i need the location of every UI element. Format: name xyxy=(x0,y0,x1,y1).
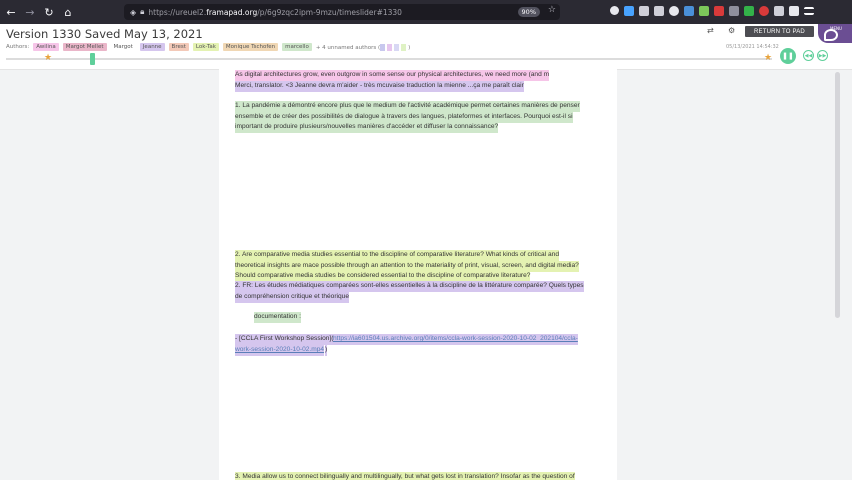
timeslider-track[interactable] xyxy=(6,58,772,60)
text-line: 2. Are comparative media studies essenti… xyxy=(235,250,559,261)
extension-green-icon[interactable] xyxy=(744,6,754,16)
download-icon[interactable] xyxy=(624,6,634,16)
abp-icon[interactable] xyxy=(759,6,769,16)
version-title: Version 1330 Saved May 13, 2021 xyxy=(6,27,203,41)
reload-icon[interactable]: ↻ xyxy=(41,4,57,20)
bookmark-star-icon[interactable]: ☆ xyxy=(548,5,556,15)
text-line: theoretical insights are mace possible t… xyxy=(235,261,579,272)
extension-multi-icon[interactable] xyxy=(699,6,709,16)
text-line: documentation : xyxy=(254,312,301,323)
step-forward-button[interactable]: ▶▶ xyxy=(817,50,828,61)
text-line: 3. Media allow us to connect bilingually… xyxy=(235,472,575,480)
archive-link[interactable]: https://ia601504.us.archive.org/0/items/… xyxy=(333,334,578,345)
timeslider-handle[interactable] xyxy=(90,53,96,65)
text-line: ) xyxy=(325,345,328,356)
forward-icon[interactable]: → xyxy=(22,4,38,20)
library-icon[interactable] xyxy=(639,6,649,16)
extension-light-icon[interactable] xyxy=(774,6,784,16)
text-line: ensemble et de créer des possibilités de… xyxy=(235,112,573,123)
pocket-icon[interactable] xyxy=(610,6,619,15)
authors-label: Authors: xyxy=(6,44,30,50)
author-chip: Awilina xyxy=(33,43,59,51)
vertical-scrollbar[interactable] xyxy=(835,72,840,318)
unnamed-author-swatch xyxy=(401,43,407,51)
back-icon[interactable]: ← xyxy=(3,4,19,20)
author-chip: Lok-Tak xyxy=(192,43,219,51)
sidebar-icon[interactable] xyxy=(654,6,664,16)
timeslider-header: Version 1330 Saved May 13, 2021 Authors:… xyxy=(0,24,852,70)
home-icon[interactable]: ⌂ xyxy=(60,4,76,20)
extension-gray-icon[interactable] xyxy=(729,6,739,16)
menu-button[interactable]: MENU xyxy=(818,24,852,43)
unnamed-author-swatch xyxy=(387,43,393,51)
extension-red-icon[interactable] xyxy=(714,6,724,16)
unnamed-authors: + 4 unnamed authors () xyxy=(315,43,411,51)
export-icon[interactable]: ⇄ xyxy=(707,26,714,35)
address-bar[interactable]: ◈ 🔒︎ https://ureuel2.framapad.org/p/6g9z… xyxy=(124,4,560,20)
document-page: As digital architectures grow, even outg… xyxy=(219,66,617,480)
reader-icon[interactable] xyxy=(789,6,799,16)
text-line: Should comparative media studies be cons… xyxy=(235,271,531,282)
archive-link[interactable]: work-session-2020-10-02.mp4 xyxy=(235,345,325,356)
unnamed-author-swatch xyxy=(380,43,386,51)
text-line: important de produire plusieurs/nouvelle… xyxy=(235,122,499,133)
text-line: As digital architectures grow, even outg… xyxy=(235,70,550,81)
authors-list: Authors: Awilina Margot Mellet Margot Jeann… xyxy=(6,43,410,51)
text-line: Merci, translator. <3 Jeanne devra m'aid… xyxy=(235,81,524,92)
author-chip: Brest xyxy=(168,43,189,51)
author-chip: Margot xyxy=(110,43,136,51)
framapad-logo-icon xyxy=(824,29,838,41)
playback-play-pause-button[interactable]: ❚❚ xyxy=(780,48,796,64)
text-line: de compréhension critique et théorique xyxy=(235,292,349,303)
step-back-button[interactable]: ◀◀ xyxy=(803,50,814,61)
author-chip: Jeanne xyxy=(139,43,165,51)
hamburger-menu-icon[interactable] xyxy=(804,7,814,15)
browser-toolbar: ← → ↻ ⌂ ◈ 🔒︎ https://ureuel2.framapad.or… xyxy=(0,0,852,24)
zoom-level-badge[interactable]: 90% xyxy=(517,7,540,17)
url-text: https://ureuel2.framapad.org/p/6g9zqc2ip… xyxy=(148,7,402,17)
unnamed-author-swatch xyxy=(394,43,400,51)
saved-revision-star-icon[interactable]: ★ xyxy=(44,53,52,63)
extension-blue-icon[interactable] xyxy=(684,6,694,16)
settings-gear-icon[interactable]: ⚙ xyxy=(728,26,735,35)
author-chip: Margot Mellet xyxy=(62,43,107,51)
return-to-pad-button[interactable]: RETURN TO PAD xyxy=(745,26,814,37)
author-chip: Monique Tschofen xyxy=(222,43,279,51)
saved-revision-star-icon[interactable]: ★ xyxy=(764,53,772,63)
text-line: - [CCLA First Workshop Session]( xyxy=(235,334,334,345)
author-chips: Awilina Margot Mellet Margot Jeanne Brest Lok… xyxy=(33,43,312,51)
shield-icon: ◈ xyxy=(130,7,137,17)
account-icon[interactable] xyxy=(669,6,679,16)
extension-icons xyxy=(610,6,814,16)
text-line: 1. La pandémie a démontré encore plus qu… xyxy=(235,101,580,112)
text-line: 2. FR: Les études médiatiques comparées … xyxy=(235,281,584,292)
author-chip: marcello xyxy=(282,43,312,51)
lock-icon: 🔒︎ xyxy=(140,7,145,16)
revision-timestamp: 05/13/2021 14:54:32 xyxy=(726,44,779,50)
